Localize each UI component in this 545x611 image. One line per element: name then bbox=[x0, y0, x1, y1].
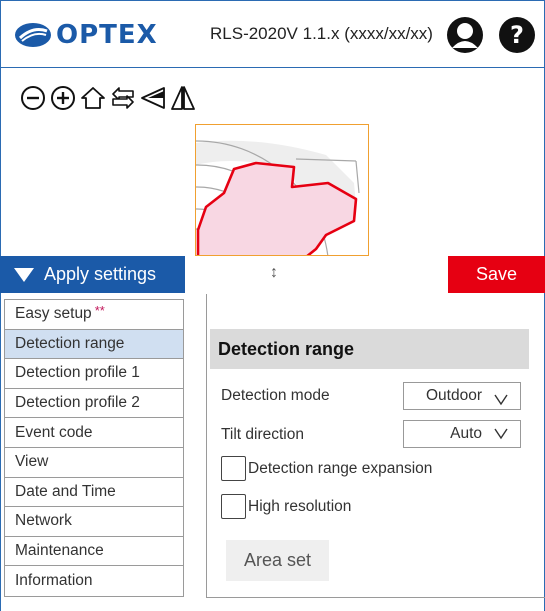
sidebar-item-label: Detection profile 2 bbox=[15, 394, 140, 412]
triangle-left-icon[interactable] bbox=[138, 83, 168, 113]
mirror-icon[interactable] bbox=[168, 83, 198, 113]
zoom-out-icon[interactable] bbox=[18, 83, 48, 113]
sidebar-item-information[interactable]: Information bbox=[5, 566, 183, 596]
optex-logo: OPTEX bbox=[14, 18, 158, 52]
device-title: RLS-2020V 1.1.x (xxxx/xx/xx) bbox=[210, 24, 433, 43]
sidebar-item-detection-range[interactable]: Detection range bbox=[5, 329, 183, 360]
sidebar-item-view[interactable]: View bbox=[5, 448, 183, 478]
action-bar: Apply settings ↕ Save bbox=[0, 256, 545, 293]
sidebar-item-label: Maintenance bbox=[15, 542, 104, 560]
chevron-down-icon bbox=[494, 428, 508, 440]
user-account-icon[interactable] bbox=[446, 16, 484, 54]
logo-text: OPTEX bbox=[56, 20, 158, 50]
settings-sidebar: Easy setup ** Detection range Detection … bbox=[4, 299, 184, 597]
sidebar-item-network[interactable]: Network bbox=[5, 507, 183, 537]
apply-settings-label: Apply settings bbox=[44, 264, 157, 284]
unsaved-marker: ** bbox=[94, 302, 105, 318]
resize-handle-icon[interactable]: ↕ bbox=[270, 264, 278, 282]
high-resolution-checkbox-row[interactable]: High resolution bbox=[221, 494, 351, 519]
sidebar-item-label: Date and Time bbox=[15, 482, 116, 500]
chevron-down-icon bbox=[494, 394, 508, 406]
sidebar-item-maintenance[interactable]: Maintenance bbox=[5, 537, 183, 567]
sidebar-item-easy-setup[interactable]: Easy setup ** bbox=[5, 300, 183, 330]
sidebar-item-event-code[interactable]: Event code bbox=[5, 418, 183, 448]
home-icon[interactable] bbox=[78, 83, 108, 113]
panel-title: Detection range bbox=[210, 329, 529, 369]
high-resolution-label: High resolution bbox=[248, 497, 352, 515]
sidebar-item-label: Detection profile 1 bbox=[15, 364, 140, 382]
collapse-triangle-icon bbox=[14, 267, 34, 282]
tilt-direction-select[interactable]: Auto bbox=[403, 420, 521, 448]
sidebar-item-label: Detection range bbox=[15, 334, 125, 352]
detection-mode-select[interactable]: Outdoor bbox=[403, 382, 521, 410]
zoom-in-icon[interactable] bbox=[48, 83, 78, 113]
high-resolution-checkbox[interactable] bbox=[221, 494, 246, 519]
map-toolbar bbox=[18, 83, 198, 113]
detection-range-expansion-label: Detection range expansion bbox=[248, 459, 433, 477]
tilt-direction-label: Tilt direction bbox=[221, 426, 304, 443]
svg-text:?: ? bbox=[510, 21, 524, 49]
detection-mode-value: Outdoor bbox=[425, 387, 482, 404]
sidebar-item-label: Event code bbox=[15, 423, 93, 441]
save-button[interactable]: Save bbox=[448, 256, 545, 293]
swap-arrows-icon[interactable] bbox=[108, 83, 138, 113]
sidebar-item-label: Information bbox=[15, 572, 93, 590]
sidebar-item-date-and-time[interactable]: Date and Time bbox=[5, 478, 183, 508]
header: OPTEX RLS-2020V 1.1.x (xxxx/xx/xx) ? bbox=[0, 0, 545, 68]
sidebar-item-detection-profile-2[interactable]: Detection profile 2 bbox=[5, 389, 183, 419]
optex-logo-mark-icon bbox=[15, 23, 51, 47]
area-set-button[interactable]: Area set bbox=[226, 540, 329, 581]
detection-range-expansion-checkbox[interactable] bbox=[221, 456, 246, 481]
help-question-icon[interactable]: ? bbox=[498, 16, 536, 54]
sidebar-item-detection-profile-1[interactable]: Detection profile 1 bbox=[5, 359, 183, 389]
sidebar-item-label: Easy setup bbox=[15, 305, 92, 323]
sidebar-item-label: Network bbox=[15, 512, 72, 530]
detection-range-expansion-checkbox-row[interactable]: Detection range expansion bbox=[221, 456, 432, 481]
sidebar-item-label: View bbox=[15, 453, 49, 471]
tilt-direction-value: Auto bbox=[450, 425, 482, 442]
detection-map[interactable] bbox=[195, 124, 369, 256]
detection-zone-diagram bbox=[196, 140, 360, 255]
detection-mode-label: Detection mode bbox=[221, 387, 330, 404]
apply-settings-button[interactable]: Apply settings bbox=[0, 256, 185, 293]
